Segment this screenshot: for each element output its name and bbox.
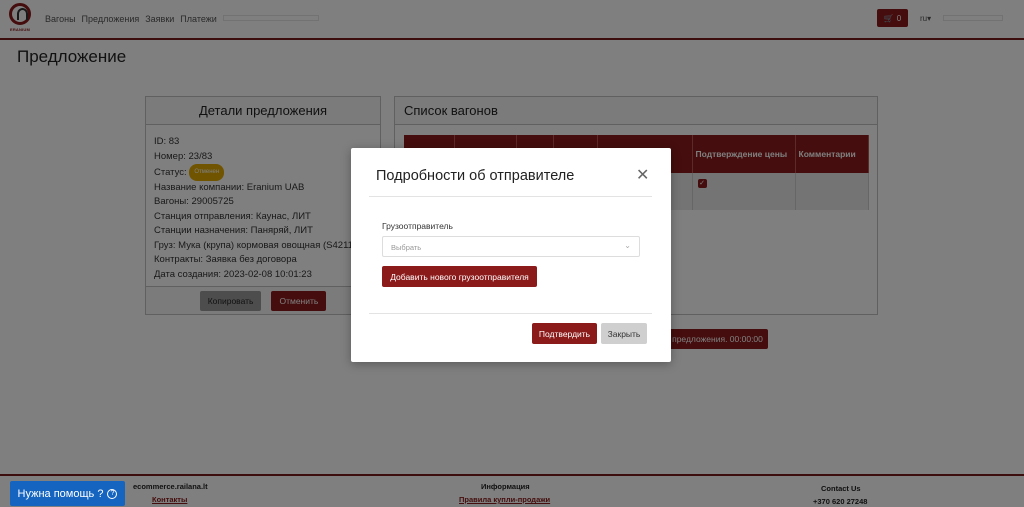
sender-details-modal: Подробности об отправителе ✕ Грузоотправ… (351, 148, 671, 362)
modal-divider (369, 313, 652, 314)
shipper-select-placeholder: Выбрать (391, 243, 422, 252)
shipper-field-label: Грузоотправитель (382, 221, 453, 231)
add-new-shipper-button[interactable]: Добавить нового грузоотправителя (382, 266, 537, 287)
help-button[interactable]: Нужна помощь ? ? (10, 481, 125, 506)
close-button[interactable]: Закрыть (601, 323, 647, 344)
question-icon: ? (107, 488, 118, 499)
close-icon[interactable]: ✕ (636, 168, 649, 184)
chevron-down-icon: ⌄ (624, 241, 631, 250)
modal-title: Подробности об отправителе (376, 168, 575, 184)
confirm-button[interactable]: Подтвердить (532, 323, 597, 344)
modal-divider (369, 196, 652, 197)
help-button-label: Нужна помощь ? (17, 487, 104, 500)
shipper-select[interactable]: Выбрать ⌄ (382, 236, 640, 257)
